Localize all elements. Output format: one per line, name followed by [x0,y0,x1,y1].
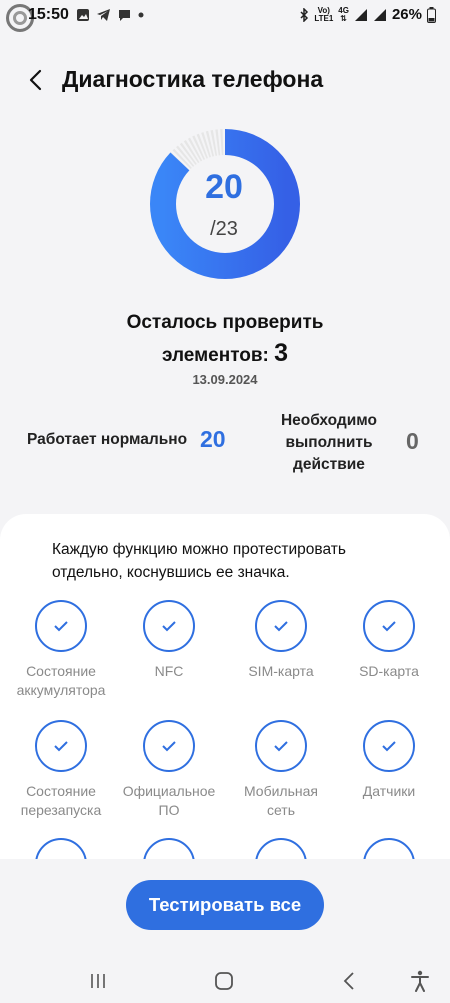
check-ring [35,600,87,652]
checked-count: 20 [205,168,243,206]
test-mobile-network[interactable]: Мобильная сеть [226,720,336,820]
check-date: 13.09.2024 [192,372,258,387]
check-ring [363,600,415,652]
test-official-software[interactable]: Официальное ПО [114,720,224,820]
test-sd[interactable]: SD-карта [334,600,444,681]
action-required-label: Необходимо выполнить действие [280,412,378,473]
screen: 15:50 Vo) LTE1 4G ⇅ 26% Диагностика теле… [0,0,450,1003]
status-bar: 15:50 Vo) LTE1 4G ⇅ 26% [0,0,450,34]
total-count: /23 [210,218,238,240]
test-sim[interactable]: SIM-карта [226,600,336,681]
ok-label: Работает нормально [27,431,188,448]
home-button[interactable] [209,966,239,996]
bluetooth-icon [300,7,309,22]
gallery-icon [77,9,89,21]
app-header: Диагностика телефона [0,60,450,100]
test-all-button[interactable]: Тестировать все [126,880,324,930]
test-nfc[interactable]: NFC [114,600,224,681]
accessibility-icon [411,970,429,992]
chat-icon [119,10,130,21]
ok-value: 20 [200,426,226,452]
remaining-line: элементов: 3 [161,339,289,367]
check-icon [162,621,176,632]
signal-icon [354,8,367,21]
recent-apps-button[interactable] [83,966,113,996]
check-icon [54,741,68,752]
check-icon [162,741,176,752]
hint-text: Каждую функцию можно протестировать отде… [52,541,346,581]
chevron-left-icon [29,69,42,91]
check-ring [363,720,415,772]
check-icon [54,621,68,632]
tests-card: Каждую функцию можно протестировать отде… [0,514,450,890]
test-sensors[interactable]: Датчики [334,720,444,801]
dot-icon [138,12,144,18]
data-indicator: 4G ⇅ [338,5,349,23]
status-time: 15:50 [28,6,69,23]
check-icon [382,741,396,752]
volte-indicator: Vo) LTE1 [314,5,334,23]
action-required-value: 0 [406,428,419,454]
signal-icon-2 [373,8,386,21]
battery-icon [427,6,436,23]
accessibility-button[interactable] [405,966,435,996]
remaining-text: Осталось проверить [126,312,324,333]
chevron-left-icon [343,972,354,990]
check-icon [274,741,288,752]
check-ring [255,720,307,772]
recents-icon [91,974,105,988]
home-icon [215,972,233,990]
check-ring [143,720,195,772]
battery-percent: 26% [391,6,422,23]
test-battery[interactable]: Состояние аккумулятора [6,600,116,700]
check-icon [274,621,288,632]
notification-icons [76,8,144,22]
remaining-count: 3 [274,339,289,367]
telegram-icon [97,9,110,21]
page-title: Диагностика телефона [62,66,324,92]
status-right: Vo) LTE1 4G ⇅ 26% [299,6,436,23]
back-button[interactable] [20,64,50,96]
test-restart[interactable]: Состояние перезапуска [6,720,116,820]
check-ring [143,600,195,652]
check-icon [382,621,396,632]
check-ring [255,600,307,652]
check-ring [35,720,87,772]
system-nav-bar [0,960,450,1000]
system-back-button[interactable] [334,966,364,996]
